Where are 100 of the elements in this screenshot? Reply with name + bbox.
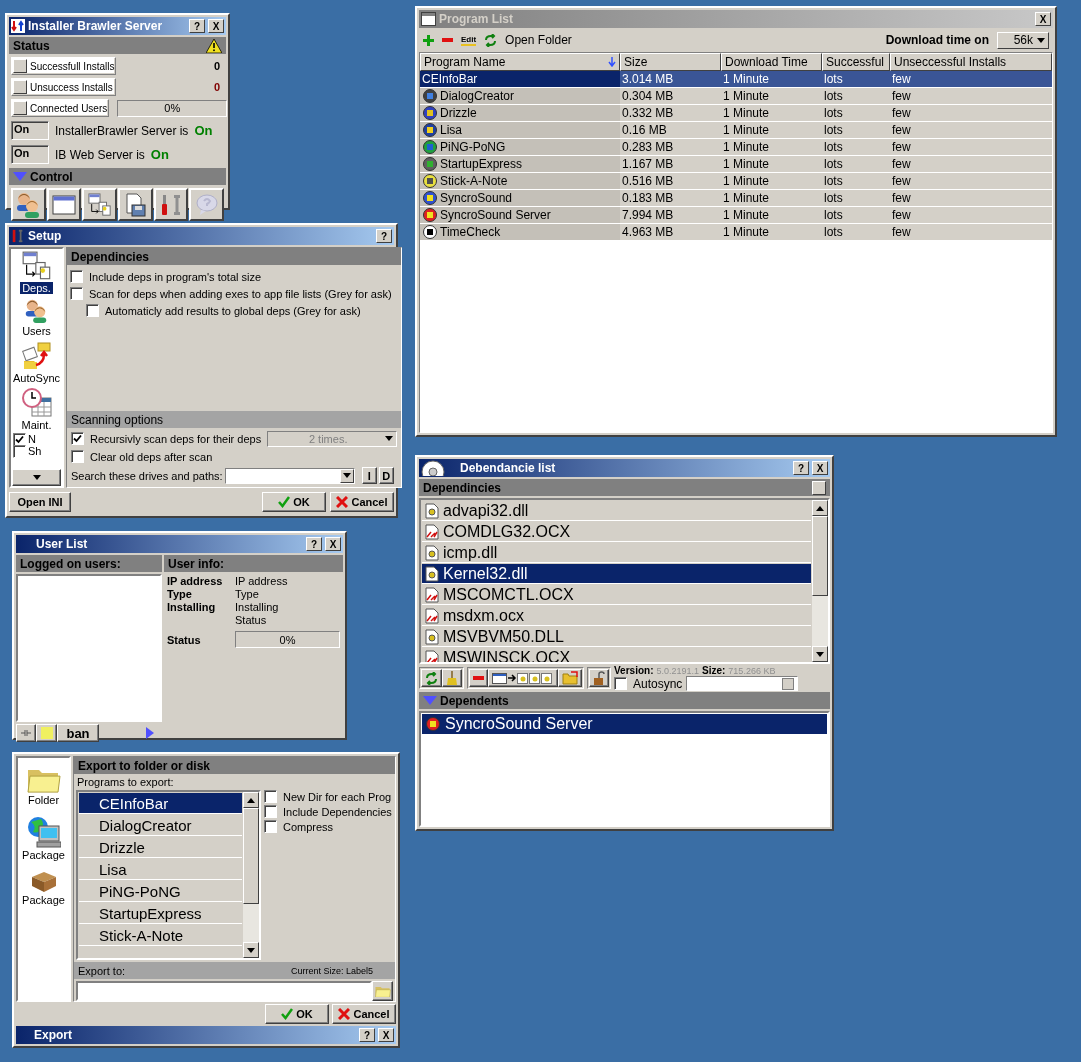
toggle-button[interactable] [13,59,27,73]
globe-computer-icon [26,816,61,849]
dependency-item[interactable]: msdxm.ocx [422,606,811,626]
path-field[interactable] [224,467,355,484]
nav-item[interactable]: AutoSync [10,339,63,386]
title-button[interactable]: ? [306,537,322,551]
path-button[interactable]: D [378,467,394,484]
table-row[interactable]: PiNG-PoNG 0.283 MB 1 Minute lots few [420,139,1052,156]
section-title: User info: [168,556,224,571]
checkbox[interactable] [264,805,277,818]
scroll-thumb[interactable] [243,808,259,904]
caret-icon [1037,37,1045,43]
column-header[interactable]: Download Time [721,53,822,71]
checkbox[interactable] [86,304,99,317]
title-button[interactable]: ? [359,1028,375,1042]
scroll-down-button[interactable] [243,942,259,958]
title-button[interactable]: X [325,537,341,551]
open-folder-button[interactable] [558,669,582,687]
dependency-item[interactable]: COMDLG32.OCX [422,522,811,542]
program-name: StartupExpress [440,157,523,171]
open-folder-button[interactable]: Open Folder [505,32,572,48]
column-header[interactable]: Program Name [420,53,620,71]
toggle-button[interactable] [13,101,27,115]
checkbox[interactable] [264,820,277,833]
table-row[interactable]: TimeCheck 4.963 MB 1 Minute lots few [420,224,1052,241]
table-row[interactable]: Lisa 0.16 MB 1 Minute lots few [420,122,1052,139]
connect-button[interactable] [16,724,36,742]
checkbox[interactable] [70,287,83,300]
nav-item[interactable]: Deps. [20,249,53,296]
table-row[interactable]: SyncroSound 0.183 MB 1 Minute lots few [420,190,1052,207]
table-cell: few [890,71,1052,87]
nav-item[interactable]: Package [20,869,67,909]
title-button[interactable]: ? [376,229,392,243]
table-row[interactable]: CEInfoBar 3.014 MB 1 Minute lots few [420,71,1052,88]
checkbox[interactable] [71,432,84,445]
scrollbar[interactable] [243,792,259,958]
title-button[interactable]: X [1035,12,1051,26]
speed-dropdown[interactable]: 56k [997,31,1049,49]
clean-button[interactable] [442,669,462,687]
settings-button[interactable] [153,188,189,221]
table-row[interactable]: StartupExpress 1.167 MB 1 Minute lots few [420,156,1052,173]
path-button[interactable]: I [361,467,377,484]
scroll-up-button[interactable] [812,500,828,516]
files-button[interactable] [82,188,117,221]
nav-item[interactable]: Users [20,296,53,339]
dependency-item[interactable]: icmp.dll [422,543,811,563]
open-ini-button[interactable]: Open INI [9,492,71,512]
title-button[interactable]: X [208,19,224,33]
scroll-up-button[interactable] [243,792,259,808]
program-item[interactable]: CEInfoBar [79,793,242,814]
checkbox[interactable] [264,790,277,803]
dependency-item[interactable]: MSCOMCTL.OCX [422,585,811,605]
nav-item[interactable]: Folder [25,764,62,809]
cancel-button[interactable]: Cancel [330,492,394,512]
dependency-item[interactable]: advapi32.dll [422,501,811,521]
remove-button[interactable] [469,669,488,687]
checkbox[interactable] [71,450,84,463]
ok-button[interactable]: OK [265,1004,329,1024]
title-button[interactable]: ? [189,19,205,33]
counter-label: Connected Users [30,102,108,114]
dependency-item[interactable]: Kernel32.dll [422,564,811,584]
scroll-down-button[interactable] [12,469,61,486]
checkbox[interactable] [614,677,627,690]
users-button[interactable] [11,188,46,221]
table-row[interactable]: DialogCreator 0.304 MB 1 Minute lots few [420,88,1052,105]
checkbox[interactable] [13,432,26,446]
window-button[interactable] [46,188,82,221]
browse-button[interactable] [372,981,393,1001]
ok-button[interactable]: OK [262,492,326,512]
sync-field[interactable] [686,676,799,691]
cancel-button[interactable]: Cancel [332,1004,396,1024]
column-header[interactable]: Size [620,53,721,71]
dependent-item[interactable]: SyncroSound Server [422,714,827,735]
square-button[interactable] [812,480,826,495]
table-row[interactable]: SyncroSound Server 7.994 MB 1 Minute lots few [420,207,1052,224]
ban-button[interactable]: ban [57,724,99,742]
table-row[interactable]: Stick-A-Note 0.516 MB 1 Minute lots few [420,173,1052,190]
edit-button[interactable]: Edit [461,34,477,46]
column-header[interactable]: Successful [822,53,890,71]
users-list[interactable] [16,574,162,722]
dependency-item[interactable]: MSVBVM50.DLL [422,627,811,647]
toggle-button[interactable] [13,80,27,94]
save-button[interactable] [118,188,153,221]
scroll-down-button[interactable] [812,646,828,662]
scrollbar[interactable] [812,500,828,662]
table-row[interactable]: Drizzle 0.332 MB 1 Minute lots few [420,105,1052,122]
title-button[interactable]: X [812,461,828,475]
export-path-field[interactable] [76,981,372,1001]
title-button[interactable]: ? [793,461,809,475]
help-button[interactable] [189,188,225,221]
note-button[interactable] [36,724,57,742]
folder-icon [562,671,578,685]
copy-to-files-button[interactable] [488,669,558,687]
nav-item[interactable]: Package [20,814,67,864]
checkbox[interactable] [70,270,83,283]
nav-item[interactable]: Maint. [19,386,54,433]
dropdown-button[interactable] [339,468,354,483]
title-button[interactable]: X [378,1028,394,1042]
column-header[interactable]: Unseccessful Installs [890,53,1052,71]
scroll-thumb[interactable] [812,516,828,596]
